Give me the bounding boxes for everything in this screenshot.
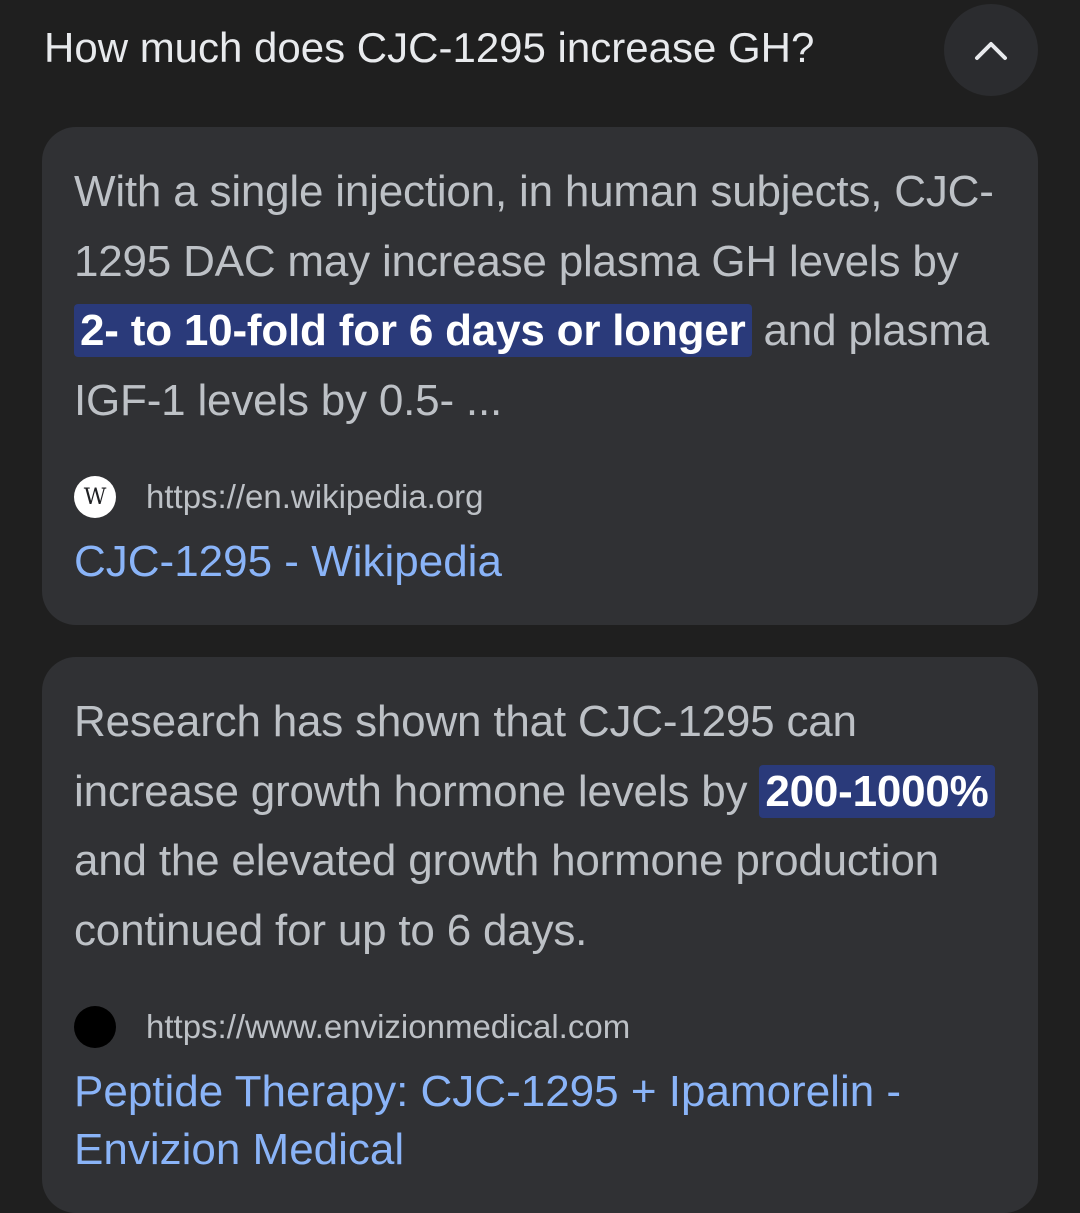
collapse-button[interactable] xyxy=(944,4,1038,96)
wikipedia-icon: W xyxy=(74,476,116,518)
question-text: How much does CJC-1295 increase GH? xyxy=(44,24,815,71)
result-snippet: With a single injection, in human subjec… xyxy=(74,157,1006,435)
result-source[interactable]: W https://en.wikipedia.org xyxy=(74,473,1006,521)
black-circle-icon xyxy=(74,1006,116,1048)
result-source[interactable]: https://www.envizionmedical.com xyxy=(74,1003,1006,1051)
snippet-text: Research has shown that CJC-1295 can inc… xyxy=(74,697,857,816)
snippet-text: With a single injection, in human subjec… xyxy=(74,167,994,286)
snippet-highlight: 2- to 10-fold for 6 days or longer xyxy=(74,304,752,357)
result-title-link[interactable]: Peptide Therapy: CJC-1295 + Ipamorelin -… xyxy=(74,1063,1006,1179)
result-url[interactable]: https://www.envizionmedical.com xyxy=(146,1008,630,1046)
question-header[interactable]: How much does CJC-1295 increase GH? xyxy=(0,0,1080,110)
snippet-text: and the elevated growth hormone producti… xyxy=(74,836,939,955)
result-card: With a single injection, in human subjec… xyxy=(42,127,1038,625)
snippet-highlight: 200-1000% xyxy=(759,764,995,818)
result-card: Research has shown that CJC-1295 can inc… xyxy=(42,657,1038,1213)
result-snippet: Research has shown that CJC-1295 can inc… xyxy=(74,687,1006,965)
result-title-link[interactable]: CJC-1295 - Wikipedia xyxy=(74,533,1006,591)
chevron-up-icon xyxy=(975,42,1007,60)
result-url[interactable]: https://en.wikipedia.org xyxy=(146,478,484,516)
